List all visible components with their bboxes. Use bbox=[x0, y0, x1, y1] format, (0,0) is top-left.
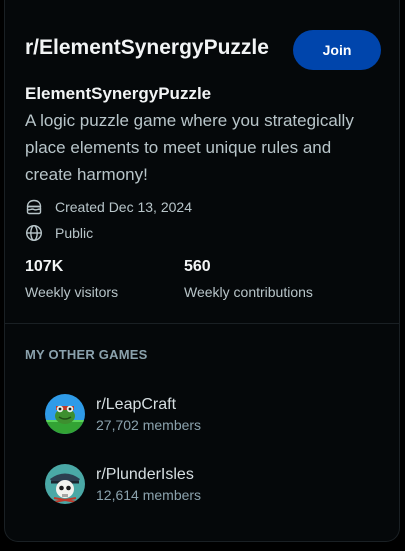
game-members: 12,614 members bbox=[96, 486, 202, 503]
community-header: r/ElementSynergyPuzzle Join bbox=[25, 30, 381, 70]
community-description: A logic puzzle game where you strategica… bbox=[25, 111, 354, 184]
stat-value: 560 bbox=[184, 258, 211, 275]
cake-icon bbox=[25, 198, 43, 216]
community-sidebar-card: r/ElementSynergyPuzzle Join ElementSyner… bbox=[4, 0, 400, 542]
community-title[interactable]: r/ElementSynergyPuzzle bbox=[25, 36, 269, 60]
game-name[interactable]: r/PlunderIsles bbox=[96, 466, 201, 484]
frog-avatar-icon bbox=[45, 394, 85, 434]
visibility-label: Public bbox=[55, 225, 94, 241]
divider bbox=[5, 323, 399, 324]
community-name: ElementSynergyPuzzle bbox=[25, 84, 212, 103]
created-date: Created Dec 13, 2024 bbox=[55, 199, 192, 215]
stat-label: Weekly contributions bbox=[184, 284, 313, 300]
stat-value: 107K bbox=[25, 258, 64, 275]
stat-weekly-visitors: 107K Weekly visitors bbox=[25, 258, 118, 300]
section-title-other-games: MY OTHER GAMES bbox=[25, 347, 148, 362]
stat-weekly-contributions: 560 Weekly contributions bbox=[184, 258, 313, 300]
game-name[interactable]: r/LeapCraft bbox=[96, 396, 201, 414]
game-item-leapcraft[interactable]: r/LeapCraft 27,702 members bbox=[45, 392, 345, 436]
created-row: Created Dec 13, 2024 bbox=[25, 197, 192, 217]
game-text: r/PlunderIsles 12,614 members bbox=[96, 466, 201, 503]
game-members: 27,702 members bbox=[96, 416, 202, 433]
visibility-row: Public bbox=[25, 223, 93, 243]
join-button[interactable]: Join bbox=[293, 30, 381, 70]
game-item-plunderisles[interactable]: r/PlunderIsles 12,614 members bbox=[45, 462, 345, 506]
stat-label: Weekly visitors bbox=[25, 284, 119, 300]
globe-icon bbox=[25, 224, 43, 242]
pirate-skull-avatar-icon bbox=[45, 464, 85, 504]
game-text: r/LeapCraft 27,702 members bbox=[96, 396, 201, 433]
